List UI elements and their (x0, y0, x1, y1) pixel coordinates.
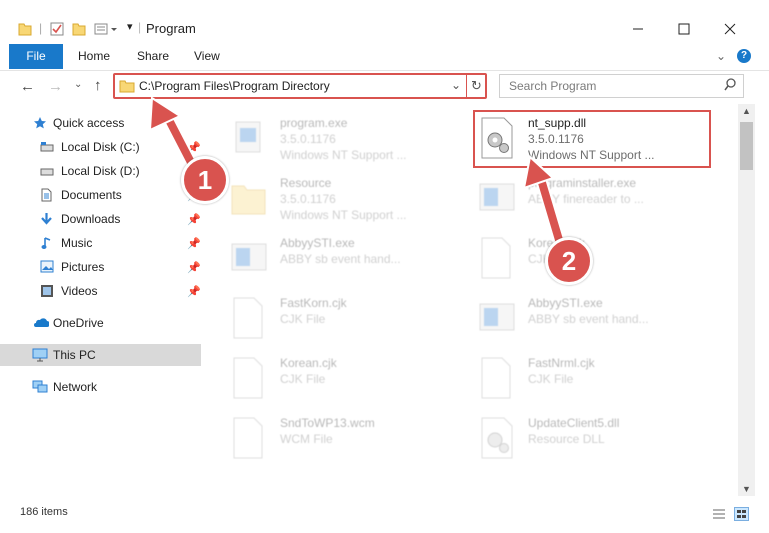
callout-step-1: 1 (181, 156, 229, 204)
callout-step-2: 2 (545, 237, 593, 285)
callout-arrows (148, 96, 568, 256)
